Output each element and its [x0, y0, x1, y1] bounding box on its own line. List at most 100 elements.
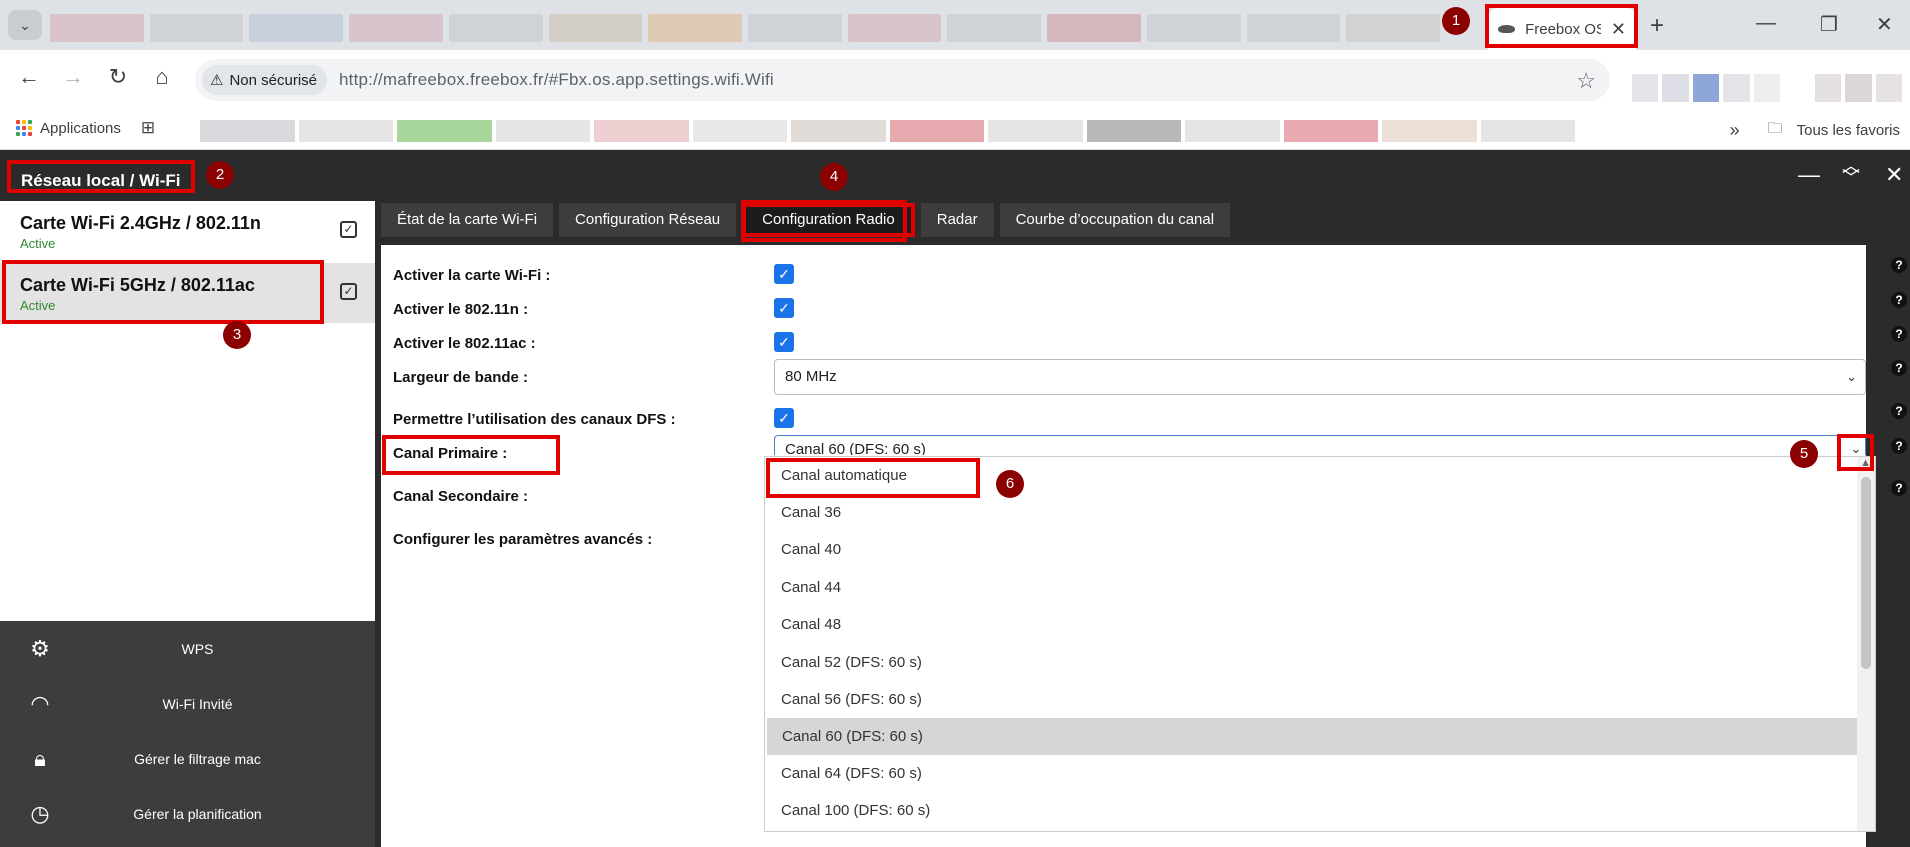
security-chip[interactable]: ⚠ Non sécurisé — [202, 65, 327, 95]
enable-80211n-checkbox[interactable]: ✓ — [774, 298, 794, 318]
tab-radar[interactable]: Radar — [920, 203, 994, 237]
menu-item-schedule[interactable]: ◷ Gérer la planification — [0, 786, 375, 841]
menu-label: Gérer la planification — [133, 805, 262, 822]
address-bar[interactable]: ⚠ Non sécurisé http://mafreebox.freebox.… — [195, 59, 1610, 101]
scrollbar-thumb[interactable] — [1861, 477, 1871, 669]
card-wifi-24ghz[interactable]: Carte Wi-Fi 2.4GHz / 802.11n Active ✓ — [0, 201, 375, 261]
checkbox-icon[interactable]: ✓ — [340, 283, 357, 300]
chevron-down-icon: ⌄ — [1846, 369, 1857, 384]
option-canal-44[interactable]: Canal 44 — [766, 569, 1875, 606]
primary-channel-dropdown: Canal automatique Canal 36 Canal 40 Cana… — [764, 456, 1876, 832]
checkbox-icon[interactable]: ✓ — [340, 221, 357, 238]
reload-icon[interactable]: ↻ — [103, 64, 133, 90]
help-icon[interactable]: ? — [1891, 438, 1907, 454]
tab-freebox-os[interactable]: Freebox OS ✕ — [1488, 8, 1636, 50]
back-icon[interactable]: ← — [14, 64, 44, 90]
dfs-label: Permettre l’utilisation des canaux DFS : — [393, 411, 676, 428]
help-icon[interactable]: ? — [1891, 326, 1907, 342]
bookmark-applications-label: Applications — [40, 119, 121, 137]
enable-80211n-label: Activer le 802.11n : — [393, 301, 529, 318]
option-canal-48[interactable]: Canal 48 — [766, 606, 1875, 643]
wifi-settings-icon: ⚙ — [30, 635, 50, 661]
menu-item-wps[interactable]: ⚙ WPS — [0, 621, 375, 676]
bandwidth-select[interactable]: 80 MHz ⌄ — [774, 359, 1866, 395]
tab-configuration-radio[interactable]: Configuration Radio — [742, 203, 915, 237]
tab-groups-icon[interactable]: ⊞ — [141, 118, 155, 138]
dfs-checkbox[interactable]: ✓ — [774, 408, 794, 428]
browser-toolbar: ← → ↻ ⌂ ⚠ Non sécurisé http://mafreebox.… — [0, 50, 1910, 108]
all-bookmarks-link[interactable]: Tous les favoris — [1797, 122, 1900, 139]
tab-search-button[interactable]: ⌄ — [8, 10, 42, 40]
tab-etat-carte[interactable]: État de la carte Wi-Fi — [381, 203, 554, 237]
menu-item-mac-filter[interactable]: 🔒︎ Gérer le filtrage mac — [0, 731, 375, 786]
bookmarks-bar: Applications ⊞ » 🗀 Tous les favoris — [0, 108, 1910, 150]
tab-configuration-reseau[interactable]: Configuration Réseau — [559, 203, 737, 237]
help-icon[interactable]: ? — [1891, 360, 1907, 376]
option-canal-52[interactable]: Canal 52 (DFS: 60 s) — [766, 644, 1875, 681]
lock-icon: 🔒︎ — [34, 745, 46, 771]
close-app-icon[interactable]: ✕ — [1885, 162, 1903, 188]
enable-wifi-checkbox[interactable]: ✓ — [774, 264, 794, 284]
card-name: Carte Wi-Fi 2.4GHz / 802.11n — [20, 213, 261, 233]
clock-icon: ◷ — [30, 800, 50, 826]
freebox-favicon-icon — [1498, 25, 1516, 33]
enable-wifi-label: Activer la carte Wi-Fi : — [393, 267, 551, 284]
help-icon[interactable]: ? — [1891, 257, 1907, 273]
warning-icon: ⚠ — [210, 72, 224, 89]
option-canal-64[interactable]: Canal 64 (DFS: 60 s) — [766, 755, 1875, 792]
security-label: Non sécurisé — [229, 71, 317, 89]
help-icon[interactable]: ? — [1891, 292, 1907, 308]
close-window-icon[interactable]: ✕ — [1876, 12, 1893, 37]
menu-label: Gérer le filtrage mac — [134, 750, 261, 767]
option-canal-40[interactable]: Canal 40 — [766, 531, 1875, 568]
breadcrumb-title: Réseau local / Wi-Fi — [7, 160, 195, 193]
new-tab-button[interactable]: + — [1650, 12, 1664, 40]
wifi-side-menu: ⚙ WPS ◠ Wi-Fi Invité 🔒︎ Gérer le filtrag… — [0, 621, 375, 847]
bookmarks-overflow-button[interactable]: » — [1730, 120, 1740, 141]
menu-label: Wi-Fi Invité — [162, 695, 233, 712]
advanced-settings-label: Configurer les paramètres avancés : — [393, 531, 653, 548]
minimize-window-icon[interactable]: — — [1756, 12, 1776, 35]
collapse-app-icon[interactable]: ︿ ﹀ — [1842, 157, 1860, 187]
settings-tabs: État de la carte Wi-Fi Configuration Rés… — [381, 203, 1231, 237]
option-canal-56[interactable]: Canal 56 (DFS: 60 s) — [766, 681, 1875, 718]
chevron-down-icon: ⌄ — [1850, 441, 1862, 456]
primary-channel-value: Canal 60 (DFS: 60 s) — [785, 441, 926, 455]
url-text[interactable]: http://mafreebox.freebox.fr/#Fbx.os.app.… — [339, 70, 774, 90]
card-status: Active — [20, 298, 56, 313]
folder-icon: 🗀 — [1767, 120, 1783, 137]
dropdown-toggle-button[interactable]: ⌄ — [1843, 441, 1869, 465]
annotation-badge-3: 3 — [223, 321, 251, 349]
enable-80211ac-label: Activer le 802.11ac : — [393, 335, 536, 352]
annotation-badge-2: 2 — [206, 161, 234, 189]
annotation-badge-5: 5 — [1790, 440, 1818, 468]
enable-80211ac-checkbox[interactable]: ✓ — [774, 332, 794, 352]
help-icon[interactable]: ? — [1891, 480, 1907, 496]
annotation-badge-4: 4 — [820, 163, 848, 191]
bookmark-star-icon[interactable]: ☆ — [1576, 68, 1596, 94]
help-icon[interactable]: ? — [1891, 403, 1907, 419]
restore-window-icon[interactable]: ❐ — [1820, 12, 1838, 37]
option-canal-36[interactable]: Canal 36 — [766, 494, 1875, 531]
primary-channel-label: Canal Primaire : — [393, 445, 508, 462]
annotation-badge-6: 6 — [996, 470, 1024, 498]
close-tab-icon[interactable]: ✕ — [1611, 19, 1626, 40]
home-icon[interactable]: ⌂ — [147, 64, 177, 90]
bandwidth-value: 80 MHz — [785, 368, 837, 385]
card-status: Active — [20, 236, 56, 251]
minimize-app-icon[interactable]: — — [1798, 162, 1820, 188]
tab-courbe-occupation[interactable]: Courbe d’occupation du canal — [999, 203, 1231, 237]
dropdown-scrollbar[interactable]: ▲ — [1857, 457, 1875, 831]
card-wifi-5ghz[interactable]: Carte Wi-Fi 5GHz / 802.11ac Active ✓ — [0, 263, 375, 323]
forward-icon[interactable]: → — [58, 64, 88, 90]
option-canal-60-selected[interactable]: Canal 60 (DFS: 60 s) — [767, 718, 1875, 755]
wifi-icon: ◠ — [30, 690, 50, 716]
option-canal-automatique[interactable]: Canal automatique — [766, 457, 1875, 494]
option-canal-100[interactable]: Canal 100 (DFS: 60 s) — [766, 792, 1875, 829]
menu-item-wifi-invite[interactable]: ◠ Wi-Fi Invité — [0, 676, 375, 731]
annotation-badge-1: 1 — [1442, 7, 1470, 35]
browser-tabstrip: ⌄ 1 Freebox OS ✕ + — ❐ ✕ — [0, 0, 1910, 50]
primary-channel-select[interactable]: Canal 60 (DFS: 60 s) — [774, 435, 1866, 455]
bookmark-applications[interactable]: Applications ⊞ — [16, 118, 155, 138]
menu-label: WPS — [181, 640, 214, 657]
